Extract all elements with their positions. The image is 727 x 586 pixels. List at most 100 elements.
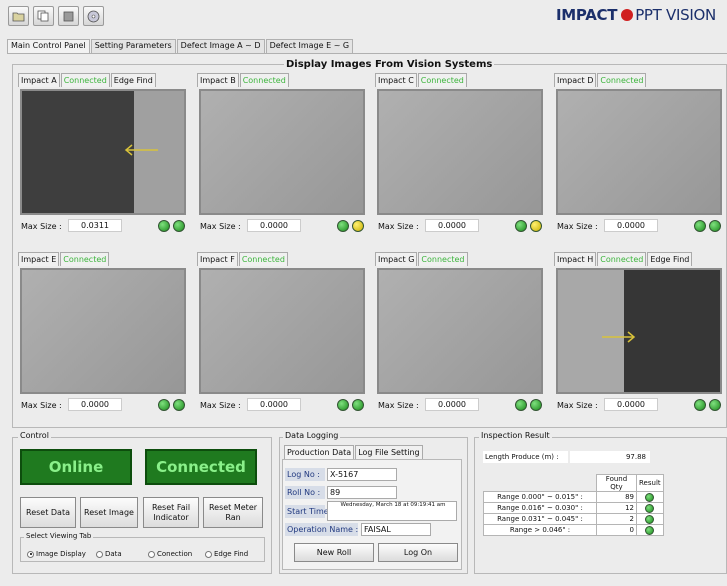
copy-icon	[37, 10, 49, 22]
found-qty: 89	[596, 491, 637, 503]
camera-panel-impact-e: Impact E Connected Max Size : 0.0000	[18, 252, 190, 424]
status-light-icon	[709, 399, 721, 411]
status-light-icon	[530, 399, 542, 411]
inspection-title: Inspection Result	[479, 431, 552, 440]
panel-tab-bar: Impact B Connected	[197, 73, 290, 87]
status-light-icon	[337, 399, 349, 411]
status-light-icon	[530, 220, 542, 232]
result-ok-icon	[645, 525, 655, 535]
status-light-icon	[337, 220, 349, 232]
max-size-value: 0.0000	[425, 219, 479, 232]
tab-impact-f[interactable]: Impact F	[197, 252, 238, 266]
camera-image	[20, 89, 186, 215]
connection-status: Connected	[597, 252, 647, 266]
tab-impact-e[interactable]: Impact E	[18, 252, 60, 266]
main-tab-bar: Main Control Panel Setting Parameters De…	[7, 39, 354, 53]
max-size-label: Max Size :	[378, 401, 419, 410]
camera-image	[199, 89, 365, 215]
brand-mark-icon	[621, 9, 634, 21]
range-label: Range 0.016" ~ 0.030" :	[483, 502, 597, 514]
radio-data[interactable]: Data	[96, 550, 122, 558]
max-size-value: 0.0000	[604, 398, 658, 411]
range-label: Range > 0.046" :	[483, 524, 597, 536]
camera-image	[377, 89, 543, 215]
status-light-icon	[694, 399, 706, 411]
found-qty: 0	[596, 524, 637, 536]
radio-image-display[interactable]: Image Display	[27, 550, 86, 558]
connection-status: Connected	[60, 252, 110, 266]
inspection-table: Found Qty Result Range 0.000" ~ 0.015" :…	[483, 474, 664, 536]
range-label: Range 0.000" ~ 0.015" :	[483, 491, 597, 503]
panel-tab-bar: Impact F Connected	[197, 252, 289, 266]
max-size-value: 0.0000	[68, 398, 122, 411]
operation-name-label: Operation Name :	[285, 523, 359, 536]
log-no-field[interactable]: X-5167	[327, 468, 397, 481]
max-size-label: Max Size :	[200, 222, 241, 231]
start-time-value: Wednesday, March 18 at 09:19:41 am	[327, 501, 457, 521]
tab-impact-b[interactable]: Impact B	[197, 73, 239, 87]
found-qty: 2	[596, 513, 637, 525]
panel-status-row: Max Size : 0.0000	[197, 398, 369, 412]
operation-name-field[interactable]: FAISAL	[361, 523, 431, 536]
max-size-label: Max Size :	[557, 401, 598, 410]
camera-image	[556, 268, 722, 394]
tab-defect-image-e-g[interactable]: Defect Image E ~ G	[265, 39, 354, 53]
open-folder-button[interactable]	[8, 6, 29, 26]
status-light-icon	[158, 220, 170, 232]
display-section-title: Display Images From Vision Systems	[284, 59, 495, 70]
max-size-label: Max Size :	[200, 401, 241, 410]
tab-impact-c[interactable]: Impact C	[375, 73, 417, 87]
reset-image-button[interactable]: Reset Image	[80, 497, 138, 528]
tab-impact-g[interactable]: Impact G	[375, 252, 418, 266]
tab-production-data[interactable]: Production Data	[284, 445, 355, 459]
tab-impact-d[interactable]: Impact D	[554, 73, 597, 87]
tab-impact-a[interactable]: Impact A	[18, 73, 60, 87]
table-row: Range > 0.046" : 0	[483, 524, 664, 536]
found-qty-header: Found Qty	[596, 474, 637, 492]
radio-edge-find[interactable]: Edge Find	[205, 550, 248, 558]
log-no-label: Log No :	[285, 468, 325, 481]
camera-panel-impact-g: Impact G Connected Max Size : 0.0000	[375, 252, 547, 424]
new-roll-button[interactable]: New Roll	[294, 543, 374, 562]
result-ok-icon	[645, 514, 655, 524]
roll-no-field[interactable]: 89	[327, 486, 397, 499]
disc-button[interactable]	[83, 6, 104, 26]
panel-status-row: Max Size : 0.0000	[375, 219, 547, 233]
tab-setting-parameters[interactable]: Setting Parameters	[90, 39, 176, 53]
radio-conection[interactable]: Conection	[148, 550, 192, 558]
result-ok-icon	[645, 503, 655, 513]
status-light-icon	[515, 399, 527, 411]
max-size-value: 0.0000	[247, 219, 301, 232]
folder-icon	[12, 12, 25, 21]
panel-tab-bar: Impact H Connected Edge Find	[554, 252, 693, 266]
stop-button[interactable]	[58, 6, 79, 26]
tab-edge-find[interactable]: Edge Find	[110, 73, 156, 87]
camera-image	[20, 268, 186, 394]
radio-selected-icon	[27, 550, 34, 558]
reset-meter-ran-button[interactable]: Reset Meter Ran	[203, 497, 263, 528]
camera-panel-impact-h: Impact H Connected Edge Find Max Size : 0.0…	[554, 252, 726, 424]
tab-log-file-setting[interactable]: Log File Setting	[355, 445, 423, 459]
camera-panel-impact-f: Impact F Connected Max Size : 0.0000	[197, 252, 369, 424]
panel-tab-bar: Impact D Connected	[554, 73, 647, 87]
tab-defect-image-a-d[interactable]: Defect Image A ~ D	[176, 39, 265, 53]
tab-main-control-panel[interactable]: Main Control Panel	[7, 39, 90, 53]
reset-fail-indicator-button[interactable]: Reset Fail Indicator	[143, 497, 199, 528]
length-produce-label: Length Produce (m) :	[483, 451, 568, 463]
table-row: Range 0.031" ~ 0.045" : 2	[483, 513, 664, 525]
connection-status: Connected	[418, 252, 468, 266]
camera-panel-impact-d: Impact D Connected Max Size : 0.0000	[554, 73, 726, 245]
connected-indicator: Connected	[145, 449, 257, 485]
status-light-icon	[352, 399, 364, 411]
panel-status-row: Max Size : 0.0000	[18, 398, 190, 412]
tab-edge-find[interactable]: Edge Find	[647, 252, 693, 266]
reset-data-button[interactable]: Reset Data	[20, 497, 76, 528]
table-header-row: Found Qty Result	[484, 474, 664, 492]
camera-panel-impact-b: Impact B Connected Max Size : 0.0000	[197, 73, 369, 245]
tab-impact-h[interactable]: Impact H	[554, 252, 597, 266]
log-on-button[interactable]: Log On	[378, 543, 458, 562]
copy-button[interactable]	[33, 6, 54, 26]
connection-status: Connected	[417, 73, 467, 87]
radio-icon	[96, 550, 103, 558]
panel-tab-bar: Impact E Connected	[18, 252, 110, 266]
